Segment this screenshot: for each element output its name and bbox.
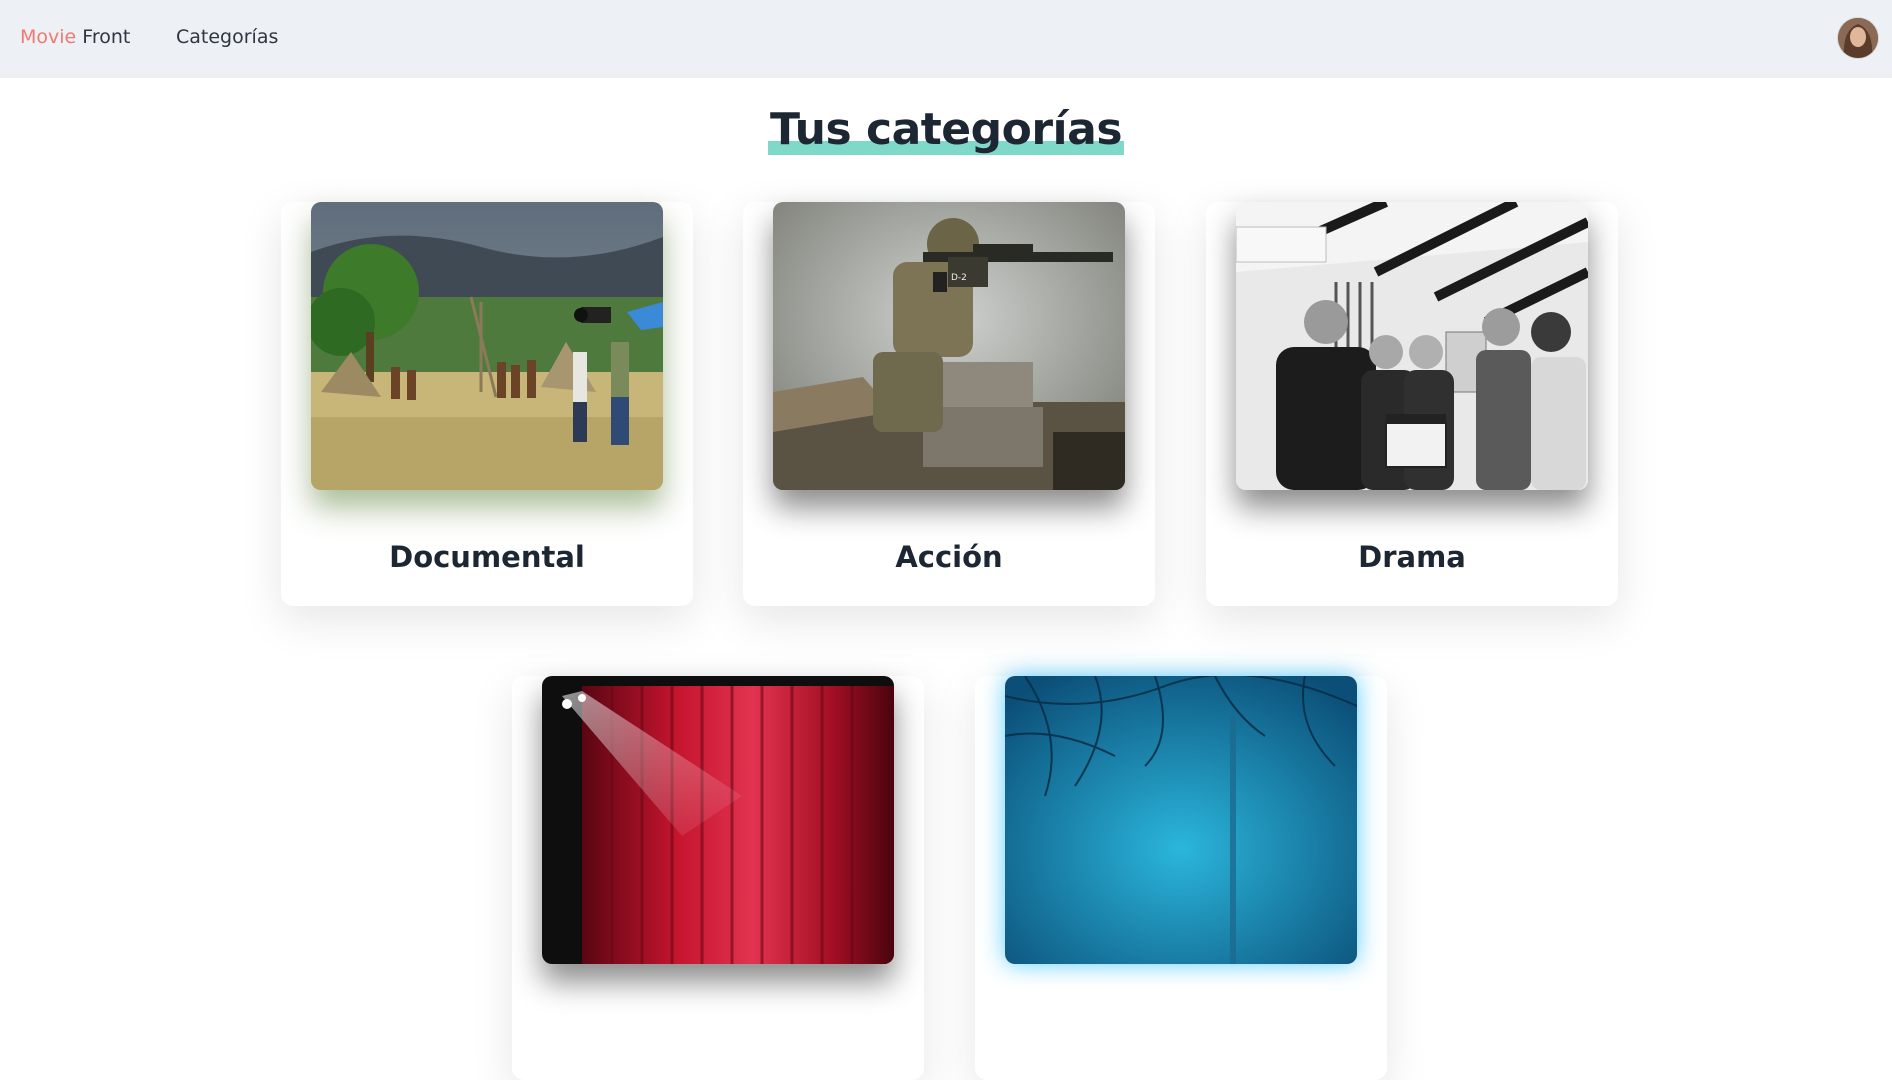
svg-text:D-2: D-2 bbox=[951, 273, 967, 283]
theater-image bbox=[542, 676, 894, 964]
category-card-documental[interactable]: Documental bbox=[281, 202, 693, 606]
category-label: Drama bbox=[1358, 540, 1466, 574]
drama-image bbox=[1236, 202, 1588, 490]
nav-categories-link[interactable]: Categorías bbox=[176, 26, 278, 48]
brand-logo[interactable]: Movie Front bbox=[20, 26, 130, 48]
category-card-theater[interactable] bbox=[512, 676, 924, 1080]
brand-front: Front bbox=[82, 26, 131, 48]
page-title: Tus categorías bbox=[0, 104, 1892, 155]
action-image: D-2 bbox=[773, 202, 1125, 490]
category-card-drama[interactable]: Drama bbox=[1206, 202, 1618, 606]
category-card-accion[interactable]: D-2 Acción bbox=[743, 202, 1155, 606]
documentary-image bbox=[311, 202, 663, 490]
user-avatar-icon[interactable] bbox=[1838, 18, 1878, 58]
navbar: Movie Front Categorías bbox=[0, 0, 1892, 78]
category-card-forest[interactable] bbox=[975, 676, 1387, 1080]
category-label: Documental bbox=[389, 540, 585, 574]
brand-movie: Movie bbox=[20, 26, 77, 48]
page-title-text: Tus categorías bbox=[767, 104, 1125, 155]
category-label: Acción bbox=[895, 540, 1003, 574]
forest-image bbox=[1005, 676, 1357, 964]
